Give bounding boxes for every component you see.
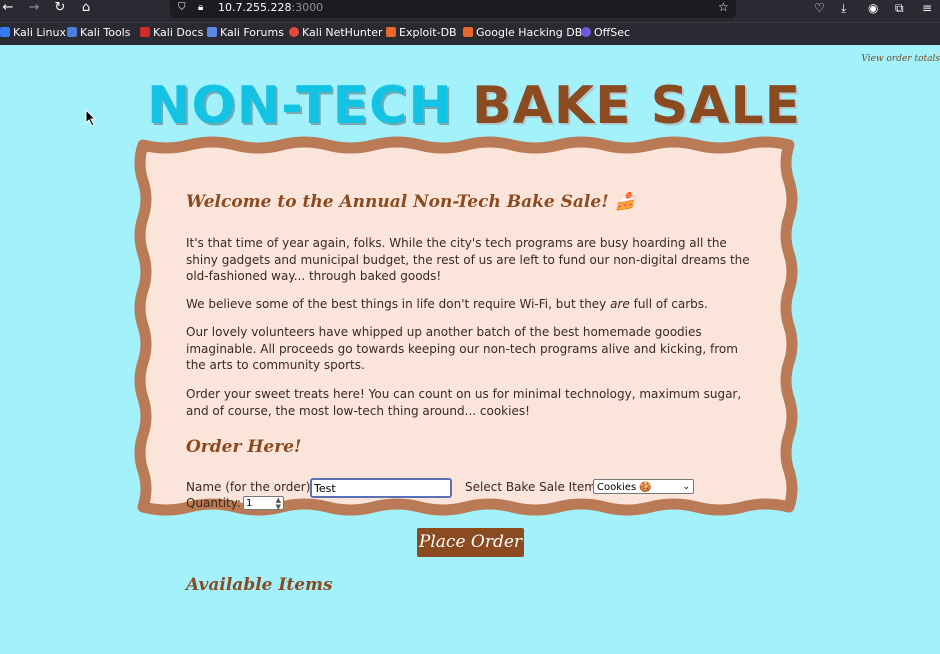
chevron-down-icon: ⌄ <box>682 482 690 492</box>
quantity-label: Quantity: <box>186 496 242 510</box>
quantity-stepper[interactable]: 1 ▲ ▼ <box>243 496 284 511</box>
spinner-arrows-icon[interactable]: ▲ ▼ <box>276 497 281 511</box>
intro-paragraph: It's that time of year again, folks. Whi… <box>186 236 750 283</box>
item-label: Select Bake Sale Item: <box>465 480 600 494</box>
welcome-heading: Welcome to the Annual Non-Tech Bake Sale… <box>186 192 636 212</box>
order-heading: Order Here! <box>186 437 302 457</box>
name-input[interactable] <box>310 478 452 498</box>
mouse-cursor-icon <box>85 109 97 127</box>
item-select[interactable]: Cookies 🍪 ⌄ <box>593 479 694 494</box>
volunteers-paragraph: Our lovely volunteers have whipped up an… <box>186 325 738 372</box>
name-label: Name (for the order): <box>186 480 315 494</box>
order-paragraph: Order your sweet treats here! You can co… <box>186 387 742 418</box>
available-items-heading: Available Items <box>186 575 333 595</box>
wifi-paragraph: We believe some of the best things in li… <box>186 297 708 311</box>
place-order-button[interactable]: Place Order <box>417 528 524 557</box>
